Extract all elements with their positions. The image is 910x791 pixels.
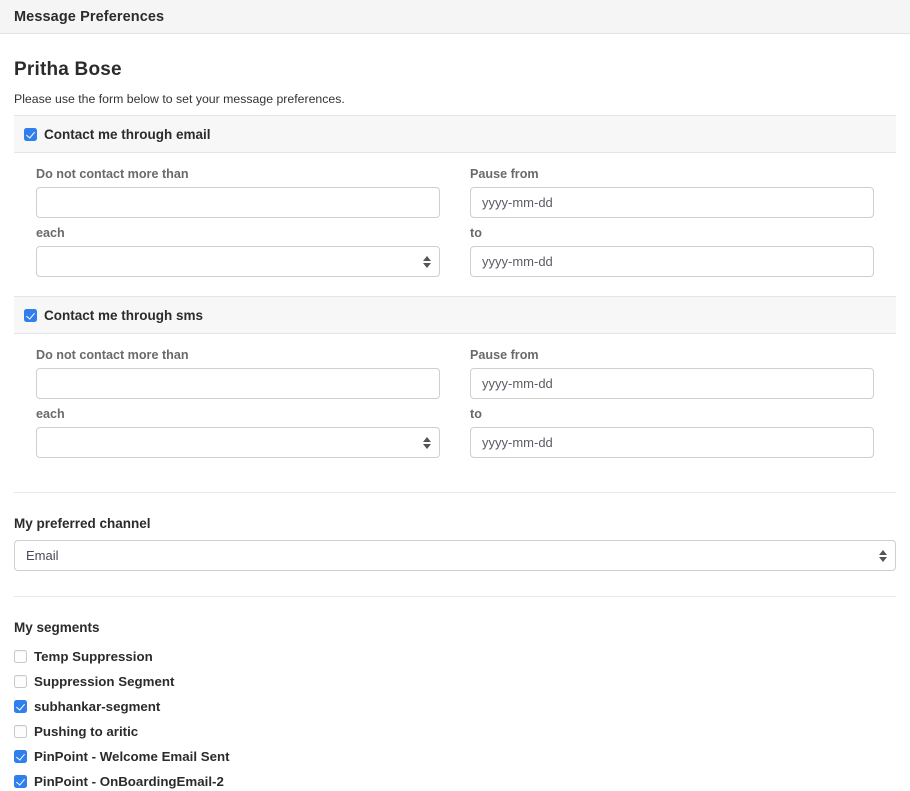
input-frequency-count-email[interactable] (36, 187, 440, 218)
segment-row[interactable]: PinPoint - Welcome Email Sent (14, 744, 896, 769)
segment-label: Suppression Segment (34, 674, 175, 689)
label-do-not-contact-more-than-sms: Do not contact more than (36, 348, 189, 362)
select-wrap-each-email (36, 246, 440, 277)
label-pause-to-sms: to (470, 407, 482, 421)
select-each-period-email[interactable] (36, 246, 440, 277)
channel-header-sms-label: Contact me through sms (44, 307, 204, 323)
segment-row[interactable]: Temp Suppression (14, 644, 896, 669)
segment-label: subhankar-segment (34, 699, 161, 714)
channel-fields-email-left: Do not contact more than each (36, 167, 440, 277)
segment-label: Pushing to aritic (34, 724, 139, 739)
segments-list: Temp Suppression Suppression Segment subha… (14, 644, 896, 791)
checkbox-segment-0[interactable] (14, 650, 27, 663)
user-name: Pritha Bose (14, 59, 122, 80)
segment-row[interactable]: Pushing to aritic (14, 719, 896, 744)
segment-label: PinPoint - Welcome Email Sent (34, 749, 230, 764)
label-each-email: each (36, 226, 65, 240)
preferred-channel-section: My preferred channel Email (14, 516, 896, 571)
page-title: Message Preferences (14, 8, 165, 25)
select-wrap-each-sms (36, 427, 440, 458)
channel-fields-email-right: Pause from to (470, 167, 874, 277)
label-do-not-contact-more-than-email: Do not contact more than (36, 167, 189, 181)
channel-fields-email: Do not contact more than each Pause from… (14, 153, 896, 287)
channel-fields-sms-left: Do not contact more than each (36, 348, 440, 458)
segment-label: Temp Suppression (34, 649, 153, 664)
label-each-sms: each (36, 407, 65, 421)
label-pause-from-sms: Pause from (470, 348, 539, 362)
select-preferred-channel[interactable]: Email (14, 540, 896, 571)
segments-label: My segments (14, 620, 100, 635)
checkbox-segment-1[interactable] (14, 675, 27, 688)
channel-header-email-label: Contact me through email (44, 126, 211, 142)
select-wrap-preferred-channel: Email (14, 540, 896, 571)
intro-text: Please use the form below to set your me… (14, 92, 345, 106)
checkbox-contact-through-email[interactable] (24, 127, 37, 141)
channel-header-sms[interactable]: Contact me through sms (14, 296, 896, 334)
input-pause-to-sms[interactable] (470, 427, 874, 458)
segment-row[interactable]: subhankar-segment (14, 694, 896, 719)
segments-section: My segments Temp Suppression Suppression … (14, 620, 896, 791)
channel-block-email: Contact me through email Do not contact … (14, 115, 896, 287)
checkbox-segment-3[interactable] (14, 725, 27, 738)
input-pause-to-email[interactable] (470, 246, 874, 277)
channel-fields-sms-right: Pause from to (470, 348, 874, 458)
segment-label: PinPoint - OnBoardingEmail-2 (34, 774, 224, 789)
segment-row[interactable]: Suppression Segment (14, 669, 896, 694)
label-pause-to-email: to (470, 226, 482, 240)
preferred-channel-label: My preferred channel (14, 516, 151, 531)
checkbox-contact-through-sms[interactable] (24, 308, 37, 322)
window-titlebar: Message Preferences (0, 0, 910, 34)
page-body: Pritha Bose Please use the form below to… (0, 59, 910, 791)
select-each-period-sms[interactable] (36, 427, 440, 458)
checkbox-segment-5[interactable] (14, 775, 27, 788)
channel-fields-sms: Do not contact more than each Pause from… (14, 334, 896, 468)
channel-header-email[interactable]: Contact me through email (14, 115, 896, 153)
input-pause-from-email[interactable] (470, 187, 874, 218)
label-pause-from-email: Pause from (470, 167, 539, 181)
input-pause-from-sms[interactable] (470, 368, 874, 399)
checkbox-segment-4[interactable] (14, 750, 27, 763)
channel-block-sms: Contact me through sms Do not contact mo… (14, 296, 896, 468)
input-frequency-count-sms[interactable] (36, 368, 440, 399)
checkbox-segment-2[interactable] (14, 700, 27, 713)
segment-row[interactable]: PinPoint - OnBoardingEmail-2 (14, 769, 896, 791)
